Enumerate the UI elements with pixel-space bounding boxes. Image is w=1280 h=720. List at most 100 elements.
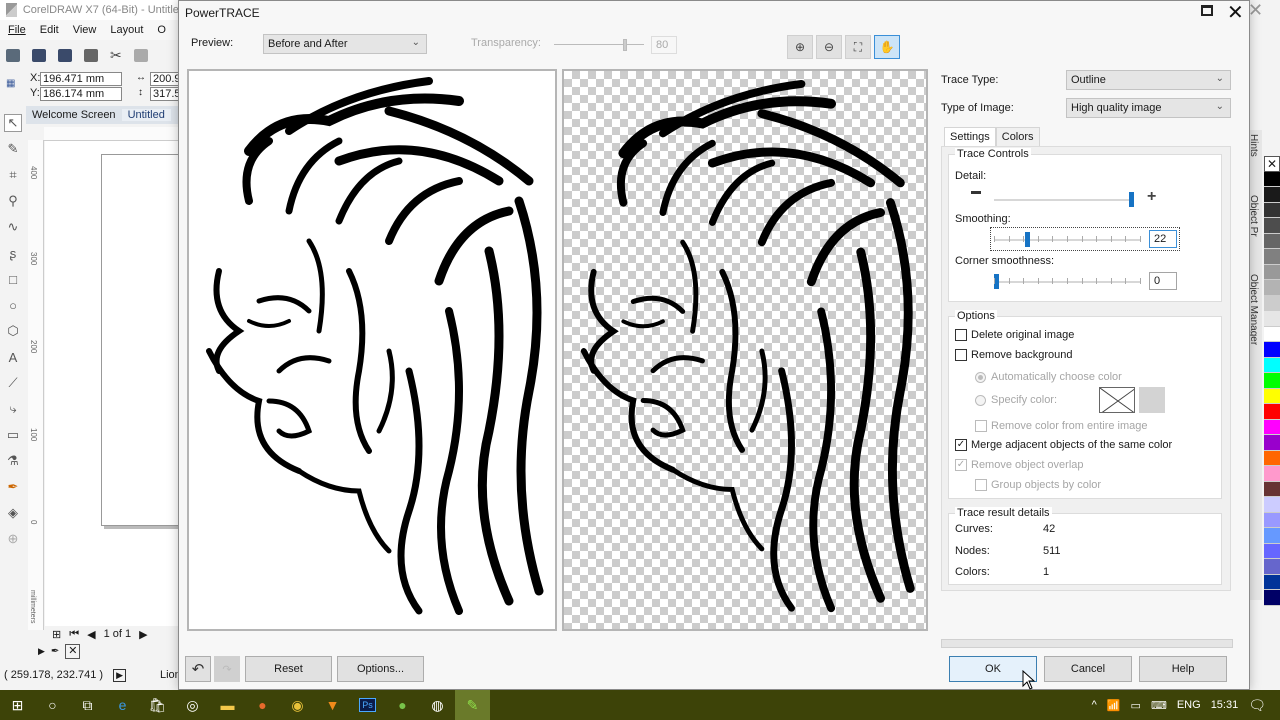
auto-color-radio[interactable] <box>975 372 986 383</box>
artistic-media-icon[interactable]: ʂ <box>4 244 22 262</box>
pan-button[interactable]: ✋ <box>874 35 900 59</box>
palette-swatch[interactable] <box>1264 233 1280 249</box>
menu-layout[interactable]: Layout <box>110 24 143 36</box>
palette-swatch[interactable] <box>1264 326 1280 342</box>
cancel-button[interactable]: Cancel <box>1044 656 1132 682</box>
cut-icon[interactable]: ✂ <box>110 47 122 64</box>
no-color-swatch[interactable]: ✕ <box>1264 156 1280 172</box>
palette-swatch[interactable] <box>1264 419 1280 435</box>
photoshop-icon[interactable]: Ps <box>350 690 385 720</box>
new-document-icon[interactable] <box>6 48 20 62</box>
palette-swatch[interactable] <box>1264 295 1280 311</box>
eyedropper-icon[interactable]: ✒ <box>51 646 59 657</box>
search-button[interactable]: ○ <box>35 690 70 720</box>
trace-type-select[interactable]: Outline ⌄ <box>1066 70 1231 90</box>
firefox-icon[interactable]: ● <box>245 690 280 720</box>
first-page-icon[interactable]: ⏮ <box>69 628 79 641</box>
zoom-tool-icon[interactable]: ⚲ <box>4 192 22 210</box>
preview-mode-select[interactable]: Before and After ⌄ <box>263 34 427 54</box>
battery-icon[interactable]: ▭ <box>1131 699 1141 712</box>
undo-button[interactable]: ↶ <box>185 656 211 682</box>
corner-smoothness-slider[interactable] <box>994 274 1141 289</box>
menu-object[interactable]: O <box>157 24 166 36</box>
palette-swatch[interactable] <box>1264 481 1280 497</box>
smoothing-slider[interactable] <box>994 232 1141 247</box>
remove-overlap-checkbox[interactable]: ✓ <box>955 459 967 471</box>
prev-page-icon[interactable]: ◀ <box>87 628 95 641</box>
transparency-slider[interactable] <box>554 39 644 51</box>
vlc-icon[interactable]: ▼ <box>315 690 350 720</box>
color-swatch-none[interactable] <box>1099 387 1135 413</box>
language-indicator[interactable]: ENG <box>1177 699 1201 711</box>
save-icon[interactable] <box>58 48 72 62</box>
palette-swatch[interactable] <box>1264 450 1280 466</box>
zoom-out-button[interactable]: ⊖ <box>816 35 842 59</box>
options-button[interactable]: Options... <box>337 656 424 682</box>
detail-slider-thumb[interactable] <box>1129 192 1134 207</box>
palette-swatch[interactable] <box>1264 388 1280 404</box>
keyboard-icon[interactable]: ⌨ <box>1151 699 1167 712</box>
palette-swatch[interactable] <box>1264 497 1280 513</box>
palette-swatch[interactable] <box>1264 512 1280 528</box>
before-preview-pane[interactable] <box>187 69 557 631</box>
palette-swatch[interactable] <box>1264 187 1280 203</box>
clock[interactable]: 15:31 <box>1211 699 1239 711</box>
obs-icon[interactable]: ◍ <box>420 690 455 720</box>
add-tool-icon[interactable]: ⊕ <box>4 530 22 548</box>
redo-button[interactable]: ↷ <box>214 656 240 682</box>
copy-icon[interactable] <box>133 48 148 62</box>
tab-welcome-screen[interactable]: Welcome Screen <box>26 109 122 121</box>
freehand-tool-icon[interactable]: ∿ <box>4 218 22 236</box>
delete-original-checkbox[interactable] <box>955 329 967 341</box>
action-center-icon[interactable]: 🗨 <box>1248 697 1266 714</box>
chrome-dev-icon[interactable]: ◎ <box>175 690 210 720</box>
polygon-tool-icon[interactable]: ⬡ <box>4 322 22 340</box>
palette-swatch[interactable] <box>1264 171 1280 187</box>
remove-entire-checkbox[interactable] <box>975 420 987 432</box>
plus-icon[interactable]: + <box>1147 189 1156 205</box>
connector-tool-icon[interactable]: ⤷ <box>4 400 22 418</box>
crop-tool-icon[interactable]: ⌗ <box>4 166 22 184</box>
no-fill-swatch[interactable]: ✕ <box>65 644 81 659</box>
after-preview-pane[interactable] <box>562 69 928 631</box>
tab-untitled[interactable]: Untitled <box>121 109 171 121</box>
tab-colors[interactable]: Colors <box>995 127 1040 146</box>
palette-swatch[interactable] <box>1264 543 1280 559</box>
shadow-tool-icon[interactable]: ▭ <box>4 426 22 444</box>
fill-tool-icon[interactable]: ◈ <box>4 504 22 522</box>
document-page[interactable] <box>101 154 185 526</box>
edge-icon[interactable]: e <box>105 690 140 720</box>
text-tool-icon[interactable]: A <box>4 348 22 366</box>
palette-swatch[interactable] <box>1264 280 1280 296</box>
palette-swatch[interactable] <box>1264 311 1280 327</box>
rectangle-tool-icon[interactable]: □ <box>4 270 22 288</box>
menu-file[interactable]: File <box>8 24 26 36</box>
chrome-icon[interactable]: ◉ <box>280 690 315 720</box>
palette-swatch[interactable] <box>1264 466 1280 482</box>
transparency-value[interactable]: 80 <box>651 36 677 54</box>
dimension-tool-icon[interactable]: ⟋ <box>4 374 22 392</box>
palette-swatch[interactable] <box>1264 435 1280 451</box>
tab-settings[interactable]: Settings <box>944 127 996 146</box>
expand-icon[interactable]: ▶ <box>38 646 45 657</box>
delete-original-label[interactable]: Delete original image <box>971 329 1074 341</box>
coreldraw-taskbar-icon[interactable]: ✎ <box>455 690 490 720</box>
smoothing-value-field[interactable]: 22 <box>1149 230 1177 248</box>
palette-swatch[interactable] <box>1264 590 1280 606</box>
palette-swatch[interactable] <box>1264 342 1280 358</box>
palette-swatch[interactable] <box>1264 559 1280 575</box>
smoothing-slider-thumb[interactable] <box>1025 232 1031 247</box>
merge-adjacent-checkbox[interactable]: ✓ <box>955 439 967 451</box>
show-hidden-icons[interactable]: ^ <box>1092 699 1097 711</box>
palette-swatch[interactable] <box>1264 249 1280 265</box>
minus-icon[interactable] <box>971 191 981 194</box>
palette-swatch[interactable] <box>1264 404 1280 420</box>
open-icon[interactable] <box>32 48 46 62</box>
utorrent-icon[interactable]: ● <box>385 690 420 720</box>
add-page-icon[interactable]: ⊞ <box>52 628 61 641</box>
group-by-color-checkbox[interactable] <box>975 479 987 491</box>
eyedropper-tool-icon[interactable]: ✒ <box>4 478 22 496</box>
pick-tool-icon[interactable]: ↖ <box>4 114 22 132</box>
menu-view[interactable]: View <box>73 24 97 36</box>
detail-slider[interactable] <box>994 192 1134 207</box>
